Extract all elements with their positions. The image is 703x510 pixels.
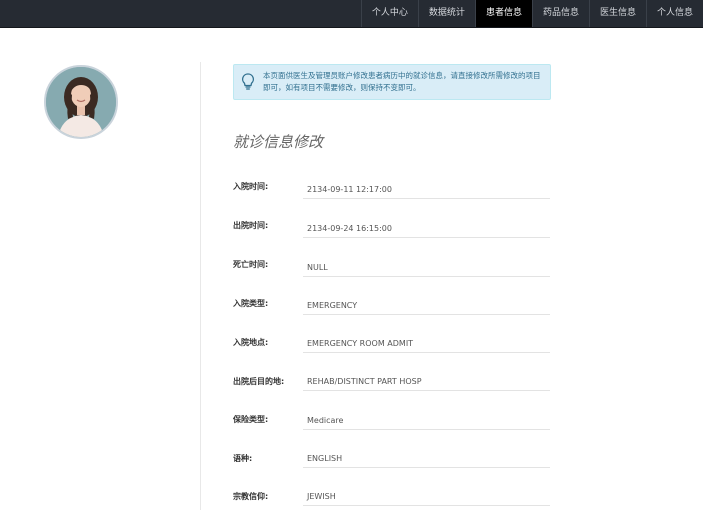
admission-location-field[interactable]: EMERGENCY ROOM ADMIT <box>303 335 550 353</box>
nav-doctor-info[interactable]: 医生信息 <box>588 0 646 27</box>
nav-data-statistics[interactable]: 数据统计 <box>417 0 475 27</box>
lightbulb-icon <box>242 73 254 90</box>
avatar <box>44 65 118 139</box>
nav-profile-info[interactable]: 个人信息 <box>645 0 703 27</box>
label-admit-time: 入院时间: <box>233 182 269 191</box>
label-admission-location: 入院地点: <box>233 338 269 347</box>
nav-drug-info[interactable]: 药品信息 <box>531 0 589 27</box>
discharge-destination-field[interactable]: REHAB/DISTINCT PART HOSP <box>303 373 550 391</box>
label-discharge-time: 出院时间: <box>233 221 269 230</box>
label-language: 语种: <box>233 454 253 463</box>
death-time-field[interactable]: NULL <box>303 259 550 277</box>
alert-message: 本页面供医生及管理员账户修改患者病历中的就诊信息，请直接修改所需修改的项目即可，… <box>263 71 541 92</box>
label-admission-type: 入院类型: <box>233 299 269 308</box>
admission-type-field[interactable]: EMERGENCY <box>303 297 550 315</box>
label-discharge-destination: 出院后目的地: <box>233 377 285 386</box>
insurance-type-field[interactable]: Medicare <box>303 412 550 430</box>
discharge-time-field[interactable]: 2134-09-24 16:15:00 <box>303 220 550 238</box>
info-alert: 本页面供医生及管理员账户修改患者病历中的就诊信息，请直接修改所需修改的项目即可，… <box>233 64 551 100</box>
label-death-time: 死亡时间: <box>233 260 269 269</box>
language-field[interactable]: ENGLISH <box>303 450 550 468</box>
nav-personal-center[interactable]: 个人中心 <box>360 0 418 27</box>
label-religion: 宗教信仰: <box>233 492 269 501</box>
main-nav: 个人中心 数据统计 患者信息 药品信息 医生信息 个人信息 <box>360 0 703 27</box>
page-title: 就诊信息修改 <box>233 133 324 151</box>
top-navbar: 个人中心 数据统计 患者信息 药品信息 医生信息 个人信息 <box>0 0 703 28</box>
admit-time-field[interactable]: 2134-09-11 12:17:00 <box>303 181 550 199</box>
content-divider <box>200 62 201 510</box>
label-insurance-type: 保险类型: <box>233 415 269 424</box>
nav-patient-info[interactable]: 患者信息 <box>474 0 532 27</box>
user-avatar-photo <box>46 67 116 137</box>
religion-field[interactable]: JEWISH <box>303 488 550 506</box>
